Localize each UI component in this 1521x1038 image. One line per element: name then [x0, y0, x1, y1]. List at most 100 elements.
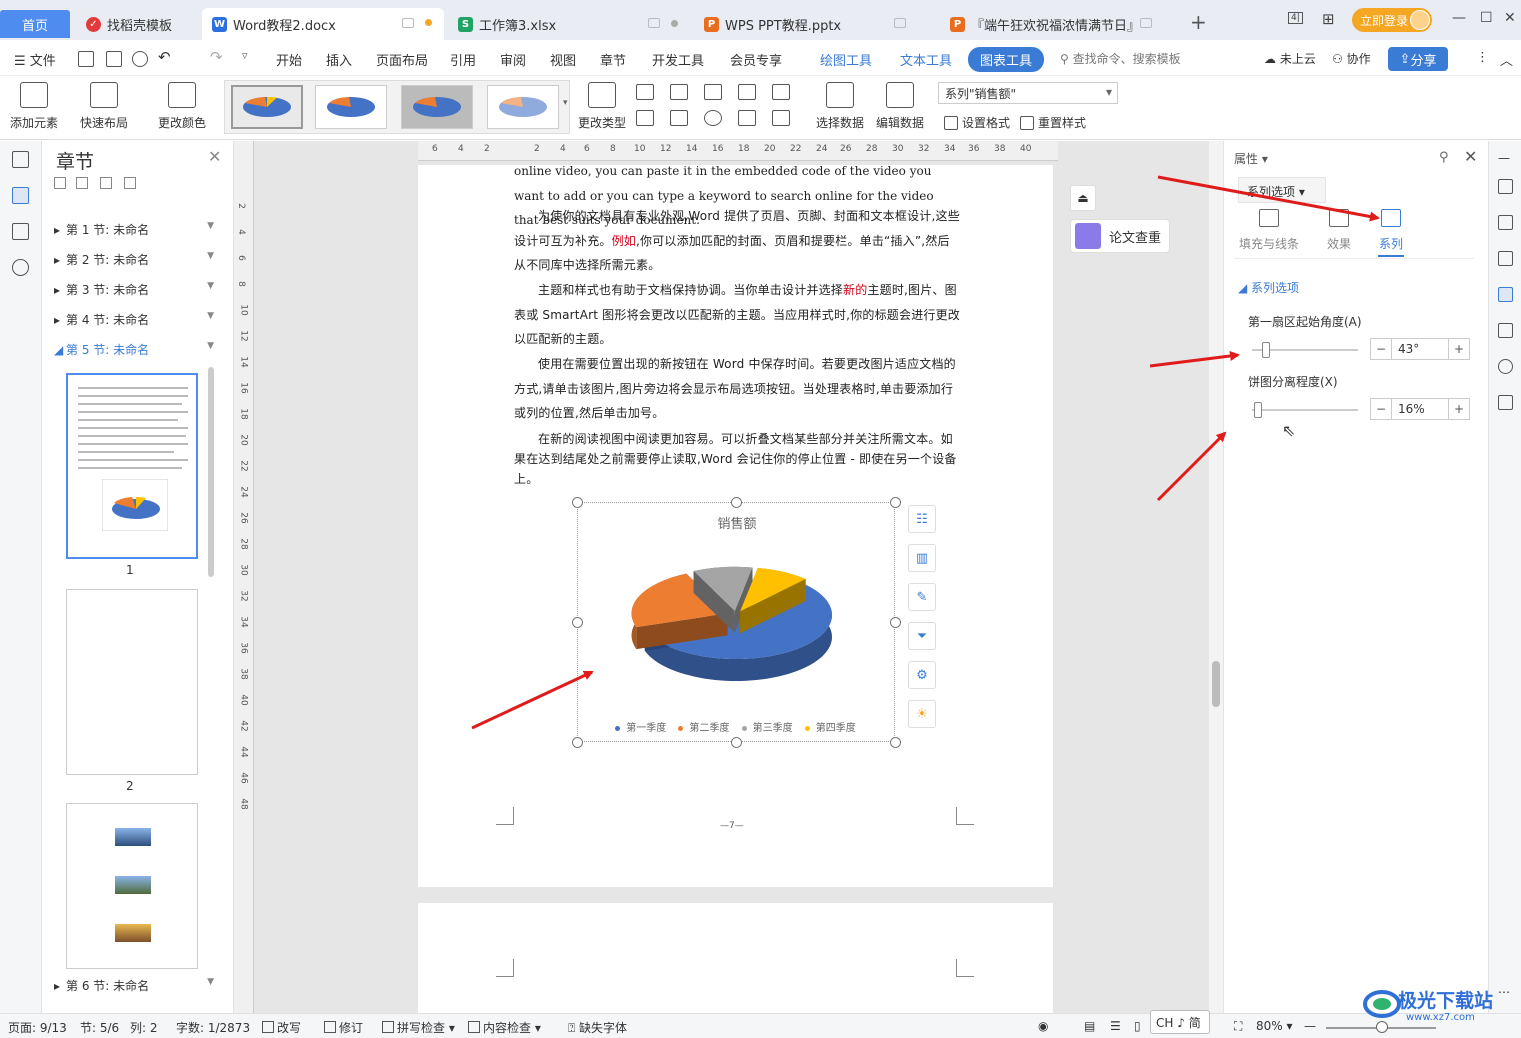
resize-handle[interactable] — [572, 497, 583, 508]
preview-icon[interactable] — [132, 51, 148, 67]
chart-style-4[interactable] — [487, 85, 559, 129]
tab-word-doc[interactable]: W Word教程2.docx — [202, 8, 444, 40]
combo-chart-icon[interactable] — [670, 110, 688, 126]
gear-icon[interactable]: ⚙ — [908, 661, 936, 689]
zoom-slider[interactable] — [1326, 1021, 1436, 1033]
resize-handle[interactable] — [890, 617, 901, 628]
add-element-button[interactable]: 添加元素 — [10, 76, 58, 131]
missing-font-button[interactable]: ⍰ 缺失字体 — [568, 1019, 627, 1036]
tab-pptx[interactable]: P WPS PPT教程.pptx — [694, 8, 936, 40]
scroll-thumb[interactable] — [1212, 661, 1220, 707]
remove-section-icon[interactable] — [124, 177, 136, 189]
fit-page-icon[interactable]: ⛶ — [1234, 1019, 1242, 1034]
set-format-button[interactable]: 设置格式 — [944, 114, 1010, 131]
pie-chart[interactable] — [578, 503, 896, 743]
more-icon[interactable]: ⋮ — [1476, 50, 1489, 65]
angle-input[interactable]: 43° — [1391, 339, 1449, 359]
bookmark-icon[interactable] — [12, 223, 29, 240]
collapse-all-icon[interactable] — [54, 177, 66, 189]
panel-scrollbar[interactable] — [208, 367, 214, 577]
resize-handle[interactable] — [890, 497, 901, 508]
tab-series[interactable]: 系列 — [1356, 209, 1426, 257]
eye-icon[interactable]: ◉ — [1038, 1019, 1048, 1033]
spell-check-toggle[interactable]: 拼写检查 ▾ — [382, 1019, 455, 1036]
chevron-down-icon[interactable]: ▿ — [242, 49, 248, 62]
slider-knob[interactable] — [1262, 342, 1270, 358]
pie-chart-icon[interactable] — [704, 110, 722, 126]
paragraph[interactable]: 在新的阅读视图中阅读更加容易。可以折叠文档某些部分并关注所需文本。如果在达到结尾… — [514, 429, 960, 489]
radar-chart-icon[interactable] — [738, 84, 756, 100]
save-icon[interactable] — [78, 51, 94, 67]
document-scrollbar[interactable] — [1209, 141, 1223, 1013]
decrement-button[interactable]: − — [1371, 342, 1391, 356]
chart-style-1[interactable] — [231, 85, 303, 129]
page-indicator[interactable]: 页面: 9/13 — [8, 1019, 67, 1036]
explode-input[interactable]: 16% — [1391, 399, 1449, 419]
reset-style-button[interactable]: 重置样式 — [1020, 114, 1086, 131]
resize-handle[interactable] — [890, 737, 901, 748]
menu-insert[interactable]: 插入 — [326, 50, 352, 69]
file-menu[interactable]: ☰ 文件 — [14, 50, 56, 69]
expand-all-icon[interactable] — [76, 177, 88, 189]
word-count[interactable]: 字数: 1/2873 — [176, 1019, 250, 1036]
outline-view-icon[interactable]: ☰ — [1110, 1019, 1121, 1033]
pane-title[interactable]: 属性 ▾ — [1234, 150, 1268, 167]
change-color-button[interactable]: 更改颜色 — [158, 76, 206, 131]
document-page[interactable]: online video, you can paste it in the em… — [418, 164, 1053, 887]
series-options-dropdown[interactable]: 系列选项 ▾ — [1238, 177, 1326, 203]
menu-review[interactable]: 审阅 — [500, 50, 526, 69]
resize-handle[interactable] — [572, 617, 583, 628]
overtype-toggle[interactable]: 改写 — [262, 1019, 301, 1036]
minimize-icon[interactable]: — — [1452, 10, 1466, 26]
track-changes-toggle[interactable]: 修订 — [324, 1019, 363, 1036]
navigation-icon[interactable] — [12, 151, 29, 168]
print-icon[interactable] — [106, 51, 122, 67]
line-chart-icon[interactable] — [704, 84, 722, 100]
collab-button[interactable]: ⚇ 协作 — [1332, 50, 1371, 67]
chart-object[interactable]: 销售额 第一季度 第二季度 第三季度 第四季度 — [572, 497, 901, 748]
tab-fill-line[interactable]: 填充与线条 — [1234, 209, 1304, 252]
lightbulb-icon[interactable]: ☀ — [908, 700, 936, 728]
tab-xlsx[interactable]: S 工作簿3.xlsx — [448, 8, 690, 40]
filter-icon[interactable]: ⏷ — [908, 622, 936, 650]
bar-chart-icon[interactable] — [670, 84, 688, 100]
content-check-toggle[interactable]: 内容检查 ▾ — [468, 1019, 541, 1036]
menu-drawing-tools[interactable]: 绘图工具 — [820, 50, 872, 69]
edit-data-button[interactable]: 编辑数据 — [876, 76, 924, 131]
pin-icon[interactable]: ⚲ — [1439, 150, 1449, 165]
menu-reference[interactable]: 引用 — [450, 50, 476, 69]
chapter-item[interactable]: ▸ 第 4 节: 未命名 ▼ — [54, 311, 214, 328]
pointer-icon[interactable] — [1498, 251, 1513, 266]
ime-indicator[interactable]: CH ♪ 简 — [1150, 1010, 1210, 1034]
image-icon[interactable] — [1498, 323, 1513, 338]
area-chart-icon[interactable] — [636, 110, 654, 126]
explode-stepper[interactable]: − 16% + — [1370, 398, 1470, 420]
column-chart-icon[interactable] — [636, 84, 654, 100]
rocket-icon[interactable] — [1498, 179, 1513, 194]
slider-knob[interactable] — [1254, 402, 1262, 418]
location-icon[interactable] — [1498, 359, 1513, 374]
close-icon[interactable]: ✕ — [1464, 147, 1477, 166]
paragraph[interactable]: 主题和样式也有助于文档保持协调。当你单击设计并选择新的主题时,图片、图表或 Sm… — [514, 278, 960, 352]
search-icon[interactable] — [12, 259, 29, 276]
quick-layout-button[interactable]: 快速布局 — [80, 76, 128, 131]
series-select[interactable]: 系列"销售额" — [938, 82, 1118, 104]
chapter-item[interactable]: ▸ 第 3 节: 未命名 ▼ — [54, 281, 214, 298]
chapter-item[interactable]: ▸ 第 2 节: 未命名 ▼ — [54, 251, 214, 268]
brush-icon[interactable]: ✎ — [908, 583, 936, 611]
tab-template[interactable]: ✓ 找稻壳模板 — [76, 8, 200, 40]
properties-icon[interactable] — [1498, 287, 1513, 302]
grid-icon[interactable]: ⊞ — [1322, 10, 1335, 28]
chapter-icon[interactable] — [12, 187, 29, 204]
add-section-icon[interactable] — [100, 177, 112, 189]
paragraph[interactable]: 使用在需要位置出现的新按钮在 Word 中保存时间。若要更改图片适应文档的方式,… — [514, 352, 960, 426]
menu-start[interactable]: 开始 — [276, 50, 302, 69]
menu-developer[interactable]: 开发工具 — [652, 50, 704, 69]
menu-view[interactable]: 视图 — [550, 50, 576, 69]
menu-layout[interactable]: 页面布局 — [376, 50, 428, 69]
tab-festival[interactable]: P 『端午狂欢祝福浓情满节日』 — [940, 8, 1182, 40]
collapse-icon[interactable]: — — [1498, 151, 1513, 166]
gallery-more-icon[interactable]: ▾ — [563, 98, 568, 108]
zoom-level[interactable]: 80% ▾ — [1256, 1019, 1293, 1033]
select-data-button[interactable]: 选择数据 — [816, 76, 864, 131]
